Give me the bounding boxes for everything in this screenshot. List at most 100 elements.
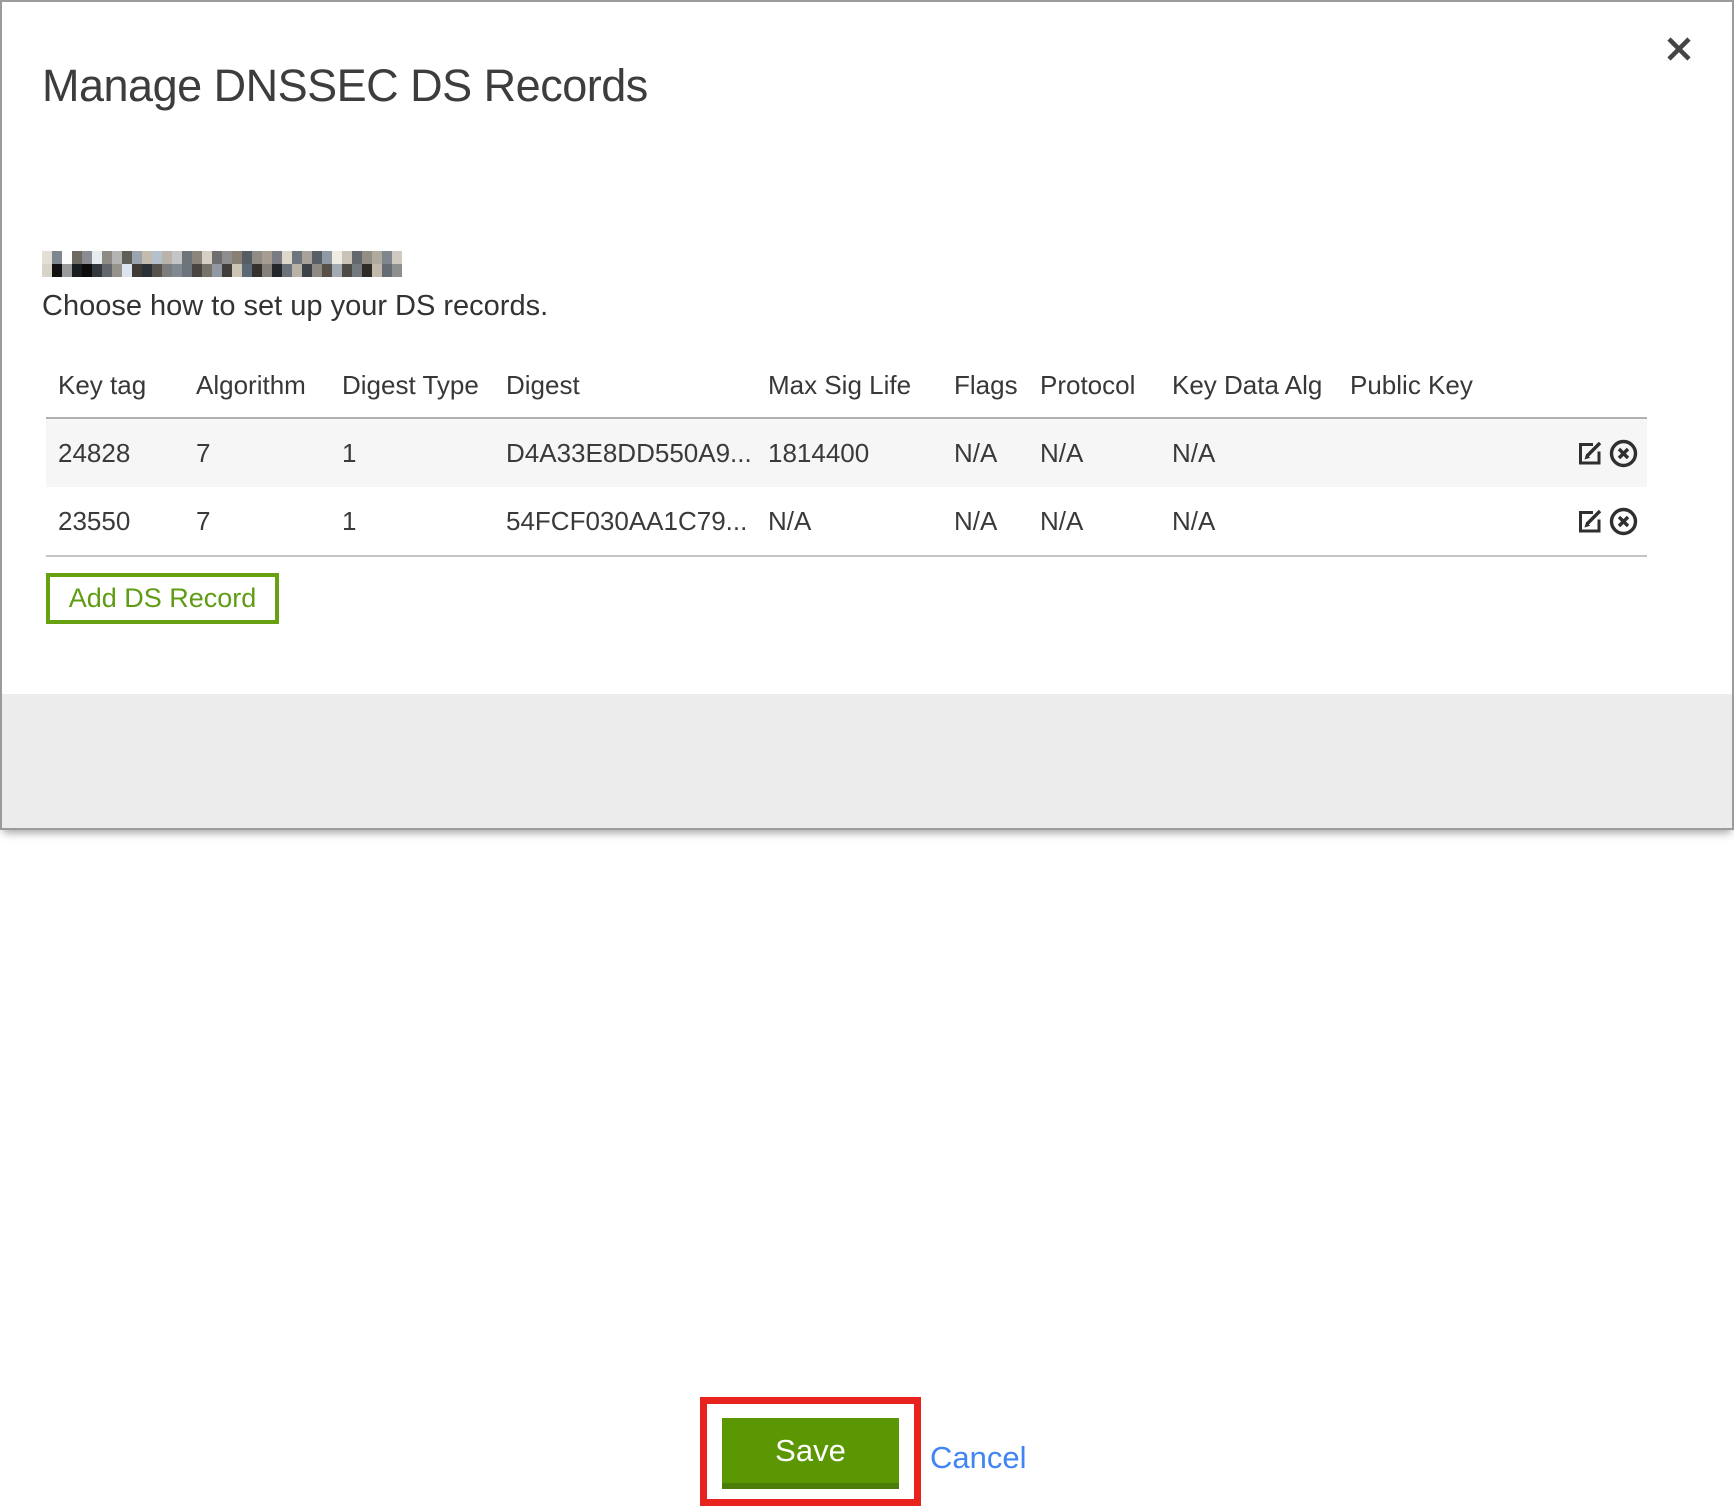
add-ds-record-button[interactable]: Add DS Record	[46, 573, 279, 624]
manage-dnssec-modal: Manage DNSSEC DS Records Choose how to s…	[0, 0, 1734, 830]
redaction-pixel	[82, 264, 92, 277]
table-cell: 54FCF030AA1C79...	[494, 506, 756, 537]
redaction-pixel	[332, 264, 342, 277]
redaction-pixel	[142, 264, 152, 277]
redaction-pixel	[282, 264, 292, 277]
table-cell: 1814400	[756, 438, 942, 469]
redaction-pixel	[162, 251, 172, 264]
redaction-pixel	[192, 264, 202, 277]
table-header-row: Key tagAlgorithmDigest TypeDigestMax Sig…	[46, 354, 1647, 419]
redaction-pixel	[222, 264, 232, 277]
redaction-pixel	[362, 264, 372, 277]
redaction-pixel	[352, 264, 362, 277]
table-cell: N/A	[756, 506, 942, 537]
redaction-pixel	[342, 251, 352, 264]
redaction-pixel	[272, 251, 282, 264]
redaction-pixel	[132, 251, 142, 264]
column-header: Digest	[494, 370, 756, 401]
redaction-pixel	[392, 251, 402, 264]
edit-record-button[interactable]	[1574, 438, 1605, 469]
redaction-pixel	[92, 264, 102, 277]
edit-icon	[1574, 525, 1605, 540]
redaction-pixel	[192, 251, 202, 264]
table-cell: 7	[184, 506, 330, 537]
redaction-pixel	[282, 251, 292, 264]
redaction-pixel	[342, 264, 352, 277]
delete-record-button[interactable]	[1608, 506, 1639, 537]
table-row: 235507154FCF030AA1C79...N/AN/AN/AN/A	[46, 487, 1647, 557]
row-actions	[1560, 506, 1647, 537]
red-annotation-box: Save	[700, 1397, 921, 1506]
redaction-pixel	[122, 264, 132, 277]
redaction-pixel	[302, 264, 312, 277]
redaction-pixel	[212, 264, 222, 277]
redaction-pixel	[72, 251, 82, 264]
redaction-pixel	[302, 251, 312, 264]
close-button[interactable]	[1657, 28, 1701, 72]
redaction-pixel	[152, 264, 162, 277]
table-cell: N/A	[1160, 506, 1338, 537]
redaction-pixel	[212, 251, 222, 264]
delete-record-button[interactable]	[1608, 438, 1639, 469]
redacted-domain-name	[42, 251, 402, 277]
edit-record-button[interactable]	[1574, 506, 1605, 537]
redaction-pixel	[252, 264, 262, 277]
column-header: Flags	[942, 370, 1028, 401]
column-header: Key tag	[46, 370, 184, 401]
page-title: Manage DNSSEC DS Records	[42, 60, 648, 112]
column-header: Public Key	[1338, 370, 1560, 401]
table-cell: N/A	[942, 438, 1028, 469]
save-button[interactable]: Save	[722, 1418, 899, 1489]
redaction-pixel	[242, 264, 252, 277]
redaction-pixel	[42, 251, 52, 264]
redaction-pixel	[52, 264, 62, 277]
redaction-pixel	[82, 251, 92, 264]
column-header: Algorithm	[184, 370, 330, 401]
redaction-pixel	[242, 251, 252, 264]
redaction-pixel	[52, 251, 62, 264]
table-cell: 1	[330, 438, 494, 469]
redaction-pixel	[332, 251, 342, 264]
table-cell: 7	[184, 438, 330, 469]
table-cell: N/A	[1028, 506, 1160, 537]
table-cell: 1	[330, 506, 494, 537]
redaction-pixel	[62, 264, 72, 277]
redaction-pixel	[222, 251, 232, 264]
table-cell: N/A	[1160, 438, 1338, 469]
cancel-link[interactable]: Cancel	[930, 1440, 1027, 1476]
redaction-pixel	[92, 251, 102, 264]
table-cell: 24828	[46, 438, 184, 469]
column-header: Digest Type	[330, 370, 494, 401]
edit-icon	[1574, 457, 1605, 472]
table-cell: N/A	[942, 506, 1028, 537]
redaction-pixel	[272, 264, 282, 277]
table-body: 2482871D4A33E8DD550A9...1814400N/AN/AN/A…	[46, 419, 1647, 557]
redaction-pixel	[182, 264, 192, 277]
redaction-pixel	[182, 251, 192, 264]
table-cell: D4A33E8DD550A9...	[494, 438, 756, 469]
redaction-pixel	[312, 264, 322, 277]
redaction-pixel	[112, 264, 122, 277]
redaction-pixel	[362, 251, 372, 264]
redaction-pixel	[322, 251, 332, 264]
redaction-pixel	[382, 251, 392, 264]
delete-icon	[1608, 457, 1639, 472]
footer-bar: Save Cancel	[2, 694, 1732, 828]
table-row: 2482871D4A33E8DD550A9...1814400N/AN/AN/A	[46, 419, 1647, 487]
redaction-pixel	[162, 264, 172, 277]
redaction-pixel	[102, 264, 112, 277]
redaction-pixel	[42, 264, 52, 277]
redaction-pixel	[372, 264, 382, 277]
redaction-pixel	[292, 251, 302, 264]
redaction-pixel	[352, 251, 362, 264]
redaction-pixel	[72, 264, 82, 277]
redaction-pixel	[372, 251, 382, 264]
ds-records-table: Key tagAlgorithmDigest TypeDigestMax Sig…	[46, 354, 1647, 557]
column-header: Key Data Alg	[1160, 370, 1338, 401]
redaction-pixel	[322, 264, 332, 277]
redaction-pixel	[172, 251, 182, 264]
redaction-pixel	[62, 251, 72, 264]
redaction-pixel	[172, 264, 182, 277]
table-cell: N/A	[1028, 438, 1160, 469]
row-actions	[1560, 438, 1647, 469]
